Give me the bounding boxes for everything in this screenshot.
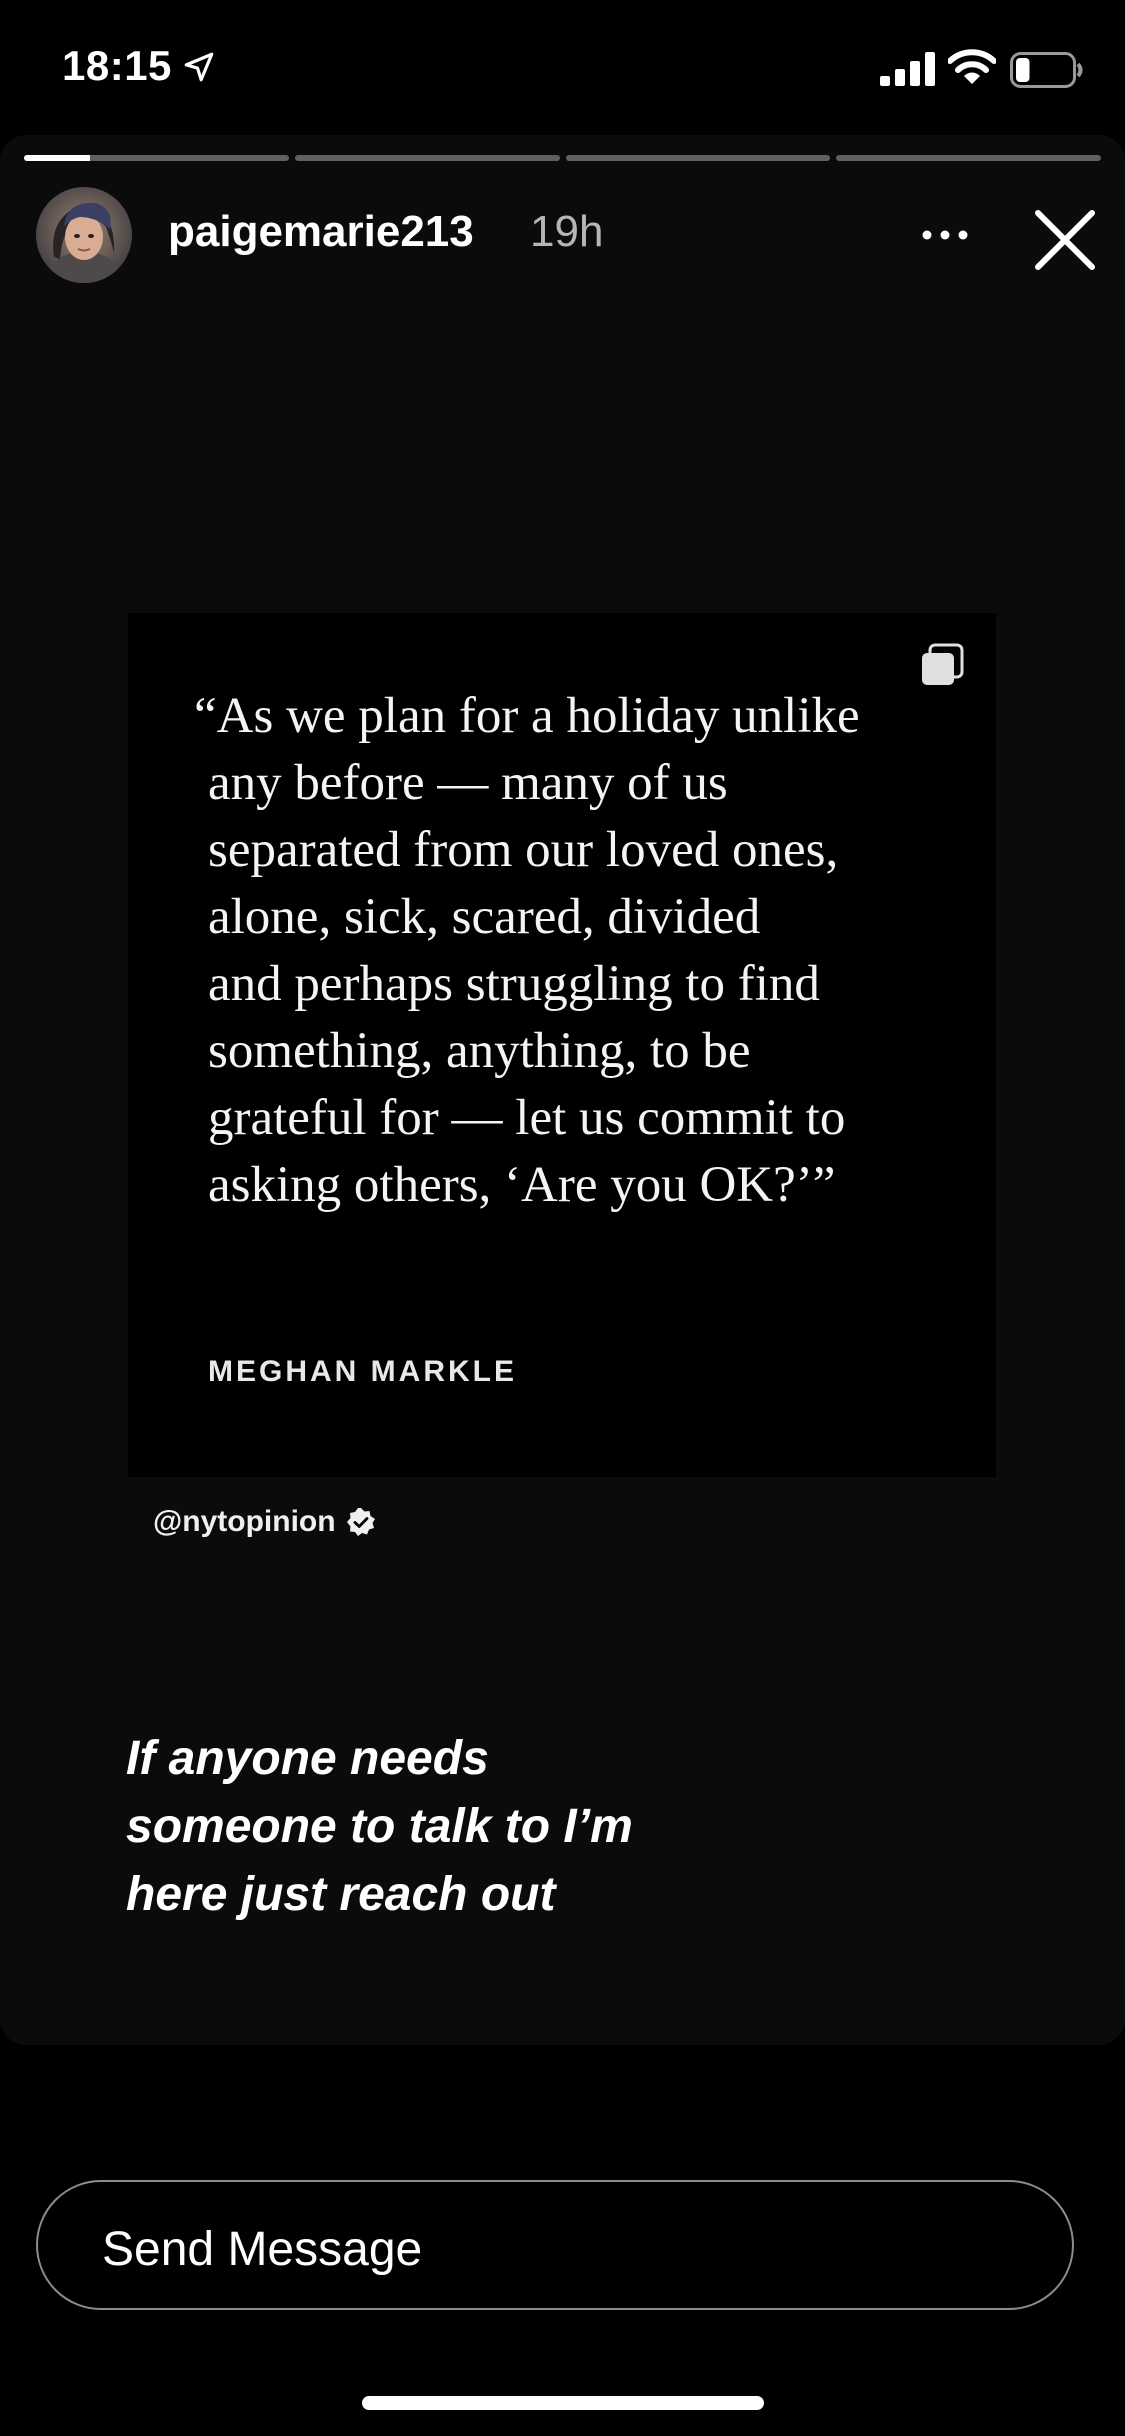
send-message-input[interactable]: Send Message xyxy=(36,2180,1074,2310)
caption-line: If anyone needs xyxy=(126,1732,489,1785)
quote-line: any before — many of us xyxy=(208,755,728,811)
caption-line: here just reach out xyxy=(126,1868,556,1921)
caption-line: someone to talk to I’m xyxy=(126,1800,633,1853)
more-dots-icon[interactable] xyxy=(915,205,975,265)
story-timestamp: 19h xyxy=(530,207,604,256)
cellular-signal-icon xyxy=(880,52,935,86)
close-icon[interactable] xyxy=(1030,205,1100,275)
quote-line: “As we plan for a holiday unlike xyxy=(194,688,860,744)
quote-author: MEGHAN MARKLE xyxy=(208,1355,517,1388)
status-time: 18:15 xyxy=(62,42,172,89)
quote-line: alone, sick, scared, divided xyxy=(208,889,761,945)
location-arrow-icon xyxy=(184,52,214,82)
story-progress-bar xyxy=(24,155,1101,161)
quote-line: separated from our loved ones, xyxy=(208,822,839,878)
story-progress-segment xyxy=(565,155,831,161)
story-progress-fill xyxy=(24,155,91,161)
story-progress-segment xyxy=(294,155,560,161)
quote-line: something, anything, to be xyxy=(208,1023,751,1079)
home-indicator[interactable] xyxy=(362,2396,764,2410)
quote-line: grateful for — let us commit to xyxy=(208,1090,846,1146)
battery-icon xyxy=(1010,52,1083,88)
quote-line: and perhaps struggling to find xyxy=(208,956,820,1012)
multiple-posts-icon xyxy=(922,643,964,685)
post-source-handle[interactable]: @nytopinion xyxy=(153,1505,376,1539)
source-handle-text: @nytopinion xyxy=(153,1505,336,1538)
avatar[interactable] xyxy=(36,187,132,283)
avatar-image xyxy=(36,187,132,283)
shared-post-card[interactable]: “As we plan for a holiday unlike any bef… xyxy=(128,613,996,1477)
wifi-icon xyxy=(948,49,996,84)
status-bar: 18:15 xyxy=(0,0,1125,135)
story-username[interactable]: paigemarie213 xyxy=(168,207,474,257)
quote-line: asking others, ‘Are you OK?’” xyxy=(208,1157,836,1213)
quote-text: “As we plan for a holiday unlike any bef… xyxy=(194,683,948,1219)
verified-badge-icon xyxy=(346,1508,375,1536)
story-progress-segment xyxy=(836,155,1101,161)
story-caption: If anyone needs someone to talk to I’m h… xyxy=(126,1725,826,1929)
story-viewer[interactable]: paigemarie213 19h “As we plan for a holi… xyxy=(0,135,1125,2045)
story-progress-segment xyxy=(24,155,289,161)
send-message-placeholder: Send Message xyxy=(102,2223,423,2276)
